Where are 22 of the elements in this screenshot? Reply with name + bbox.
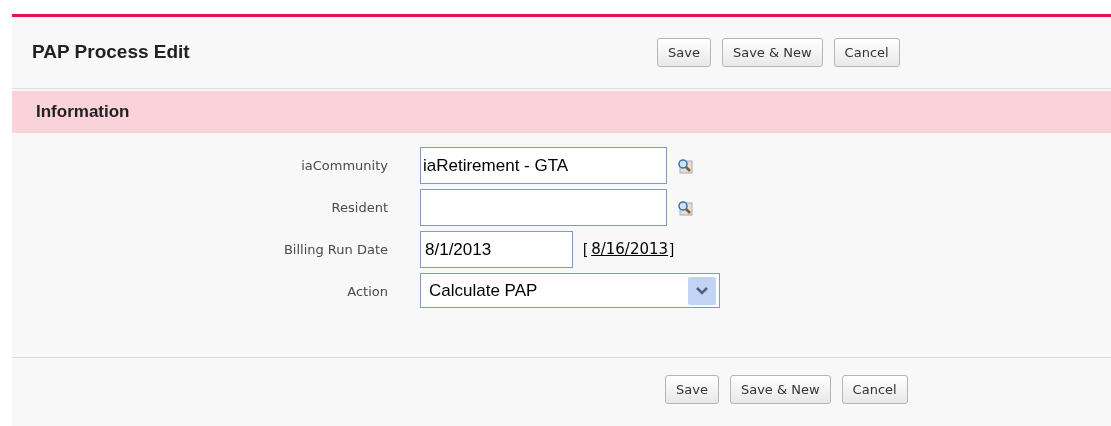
form-button[interactable]: Cancel	[833, 38, 900, 67]
form-button[interactable]: Cancel	[841, 375, 908, 404]
bracket: ]	[670, 239, 675, 260]
search-icon[interactable]	[677, 199, 693, 216]
today-date-link[interactable]: 8/16/2013	[591, 238, 669, 261]
bracket: [	[583, 239, 588, 260]
page-title: PAP Process Edit	[31, 40, 191, 65]
lookup-field[interactable]: iaRetirement - GTA	[420, 147, 667, 184]
date-field[interactable]: 8/1/2013	[420, 231, 573, 268]
field-label: Resident	[330, 199, 388, 217]
form-button[interactable]: Save	[665, 375, 719, 404]
form-button[interactable]: Save & New	[721, 38, 823, 67]
chevron-down-icon	[688, 276, 716, 305]
form-button[interactable]: Save	[657, 38, 711, 67]
lookup-field[interactable]	[420, 189, 667, 226]
field-label: Action	[346, 283, 388, 301]
field-label: Billing Run Date	[282, 241, 388, 259]
form-button[interactable]: Save & New	[729, 375, 831, 404]
field-label: iaCommunity	[300, 157, 388, 175]
action-dropdown[interactable]: Calculate PAP	[420, 273, 720, 308]
search-icon[interactable]	[677, 157, 693, 174]
section-header: Information	[12, 91, 1111, 133]
